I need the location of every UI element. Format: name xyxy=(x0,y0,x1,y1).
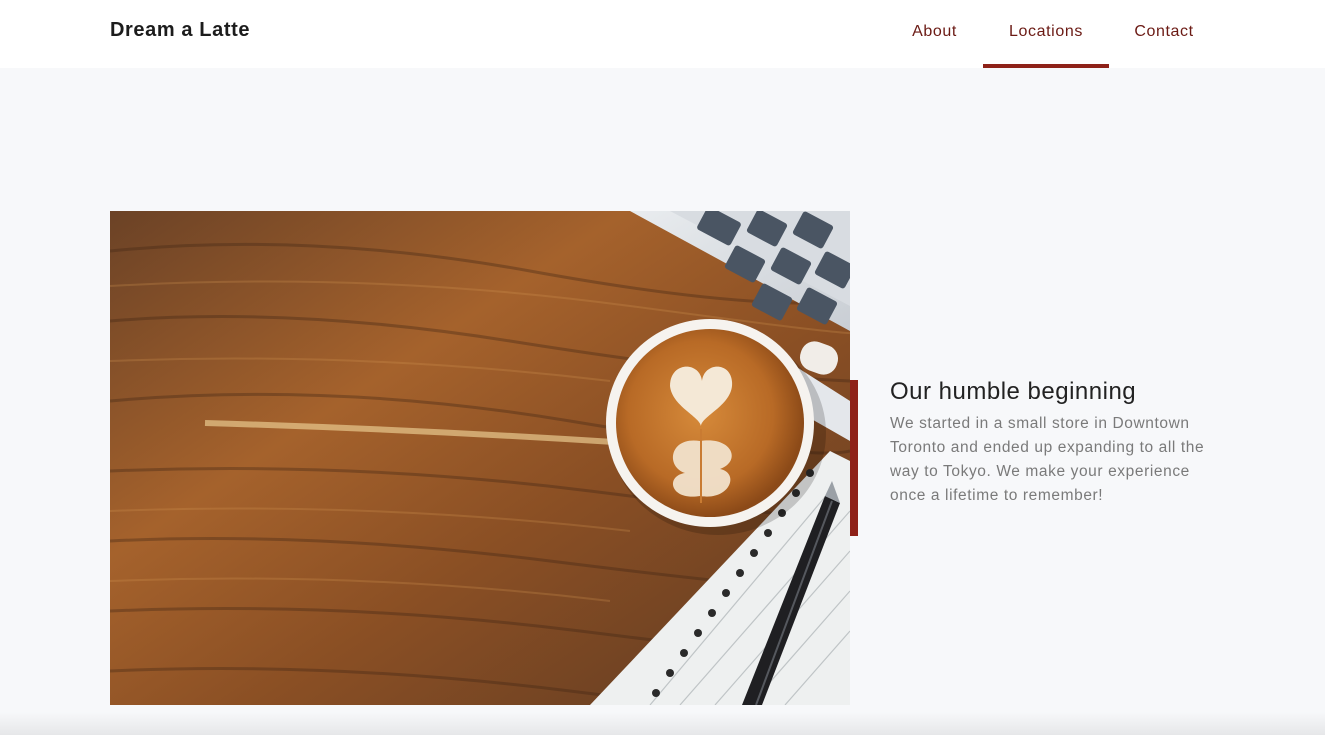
section-paragraph: We started in a small store in Downtown … xyxy=(890,415,1205,504)
nav-link-about[interactable]: About xyxy=(897,0,972,68)
about-text-block: Our humble beginning We started in a sma… xyxy=(890,378,1220,508)
nav-link-contact[interactable]: Contact xyxy=(1120,0,1208,68)
accent-bar xyxy=(850,380,858,536)
nav-link-locations[interactable]: Locations xyxy=(983,0,1109,68)
bottom-shadow xyxy=(0,712,1325,735)
hero-image xyxy=(110,211,850,705)
navbar: Dream a Latte About Locations Contact xyxy=(0,0,1325,68)
section-heading: Our humble beginning xyxy=(890,378,1137,405)
brand-logo[interactable]: Dream a Latte xyxy=(110,19,250,42)
